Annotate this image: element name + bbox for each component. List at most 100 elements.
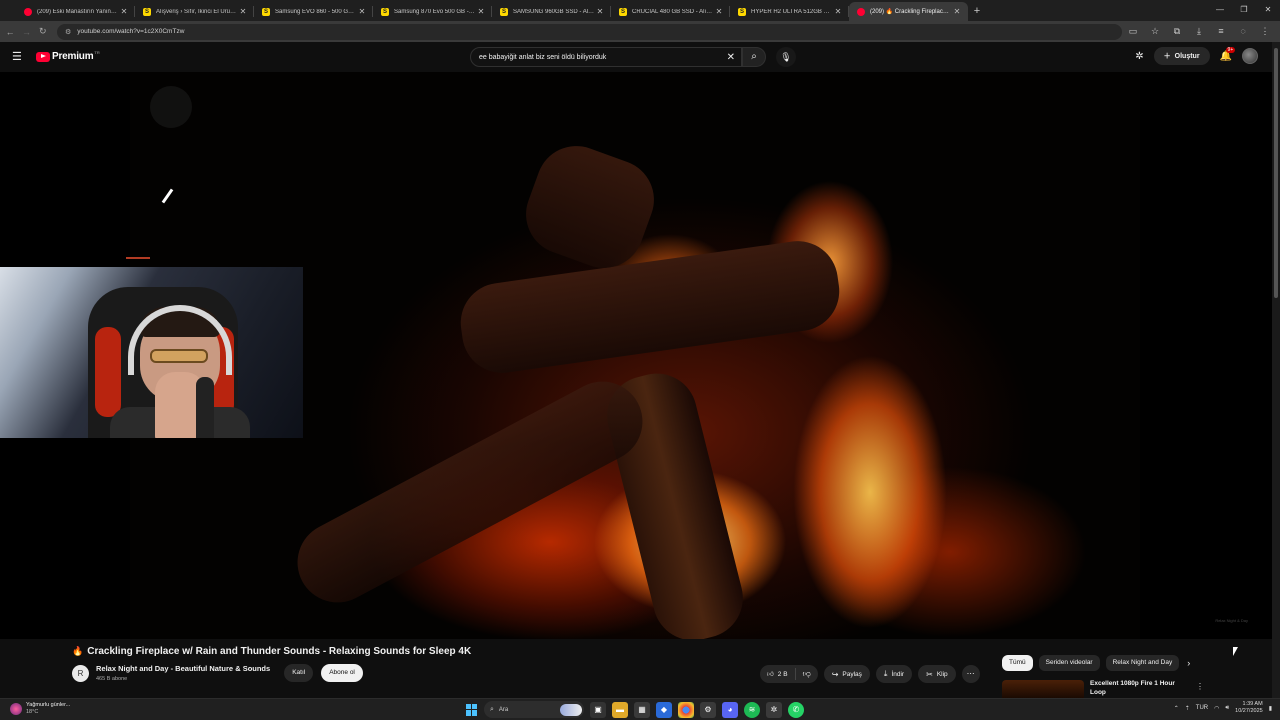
notification-badge: 9+ bbox=[1225, 46, 1236, 53]
browser-tab[interactable]: S Samsung EVO 860 - 500 GB - A ✕ bbox=[254, 2, 373, 21]
windows-taskbar: Yağmurlu günler... 18°C ⌕ Ara ▣ ▬ ▦ ◆ ⚙ ◕… bbox=[0, 698, 1280, 720]
channel-avatar[interactable]: R bbox=[72, 664, 89, 682]
weather-title: Yağmurlu günler... bbox=[26, 702, 71, 708]
like-button[interactable]: 👍︎ 2 B bbox=[760, 668, 796, 680]
channel-row: R Relax Night and Day - Beautiful Nature… bbox=[72, 664, 363, 682]
browser-tab[interactable]: (209) Eski Manastırın Yanında D ✕ bbox=[16, 2, 135, 21]
address-bar[interactable]: ⚙ youtube.com/watch?v=1c2X0CmTzw bbox=[56, 23, 1122, 40]
menu-icon[interactable]: ⋮ bbox=[1254, 26, 1276, 37]
taskbar-search[interactable]: ⌕ Ara bbox=[484, 701, 584, 718]
minimize-icon[interactable]: — bbox=[1208, 0, 1232, 21]
app-gear-icon[interactable]: ✲ bbox=[766, 701, 782, 718]
tab-title: SAMSUNG 960GB SSD - Alışver bbox=[513, 8, 595, 15]
search-icon: ⌕ bbox=[751, 51, 757, 62]
taskbar-apps: ⌕ Ara ▣ ▬ ▦ ◆ ⚙ ◕ ≋ ✲ ✆ bbox=[466, 701, 804, 718]
close-tab-icon[interactable]: ✕ bbox=[952, 7, 962, 16]
task-view-icon[interactable]: ▣ bbox=[590, 701, 606, 718]
forward-icon[interactable]: → bbox=[18, 27, 34, 37]
clip-button[interactable]: ✂ Klip bbox=[918, 665, 956, 683]
app-blue-icon[interactable]: ◆ bbox=[656, 701, 672, 718]
shop-favicon-icon: S bbox=[619, 7, 627, 16]
chip-channel[interactable]: Relax Night and Day bbox=[1105, 655, 1180, 671]
shop-favicon-icon: S bbox=[500, 7, 508, 16]
clock-time: 1:39 AM bbox=[1242, 701, 1263, 707]
scrollbar-thumb[interactable] bbox=[1274, 48, 1278, 298]
back-icon[interactable]: ← bbox=[2, 27, 18, 37]
chrome-icon[interactable] bbox=[678, 701, 694, 718]
dislike-button[interactable]: 👎︎ bbox=[796, 669, 818, 679]
close-tab-icon[interactable]: ✕ bbox=[595, 7, 605, 16]
toolbar-actions: ▭ ☆ ⧉ ⤓ ≡ ◌ ⋮ bbox=[1122, 26, 1276, 37]
browser-tab[interactable]: S Alışveriş › Sıfır, İkinci El Ürünler ✕ bbox=[135, 2, 254, 21]
browser-tab[interactable]: S Samsung 870 Evo 500 GB - Alış ✕ bbox=[373, 2, 492, 21]
browser-tab[interactable]: S CRUCIAL 480 GB SSD - Alışveri ✕ bbox=[611, 2, 730, 21]
windows-start-icon[interactable] bbox=[466, 703, 478, 716]
chip-series[interactable]: Seriden videolar bbox=[1038, 655, 1100, 671]
file-explorer-icon[interactable]: ▬ bbox=[612, 701, 628, 718]
profile-icon[interactable]: ◌ bbox=[1232, 26, 1254, 37]
notifications-icon[interactable]: 🔔 9+ bbox=[1220, 46, 1236, 62]
language-indicator[interactable]: TUR bbox=[1196, 705, 1208, 711]
recommended-video[interactable]: Excellent 1080p Fire 1 Hour Loop bbox=[1002, 680, 1192, 698]
app-settings-icon[interactable]: ⚙ bbox=[700, 701, 716, 718]
subscriber-count: 465 B abone bbox=[96, 676, 128, 682]
browser-tab[interactable]: S SAMSUNG 960GB SSD - Alışver ✕ bbox=[492, 2, 611, 21]
new-tab-button[interactable]: + bbox=[968, 2, 986, 21]
cast-device-icon[interactable]: ✲ bbox=[1135, 51, 1143, 62]
page-scrollbar[interactable] bbox=[1272, 42, 1280, 698]
close-tab-icon[interactable]: ✕ bbox=[357, 7, 367, 16]
store-icon[interactable]: ▦ bbox=[634, 701, 650, 718]
browser-tab[interactable]: (209) 🔥 Crackling Fireplace w/✕ bbox=[849, 2, 968, 21]
close-tab-icon[interactable]: ✕ bbox=[714, 7, 724, 16]
join-button[interactable]: Katıl bbox=[284, 664, 314, 682]
more-actions-icon[interactable]: ⋯ bbox=[961, 665, 980, 683]
close-tab-icon[interactable]: ✕ bbox=[476, 7, 486, 16]
youtube-logo[interactable]: Premium TR bbox=[36, 50, 100, 62]
wifi-icon[interactable]: ◠ bbox=[1214, 705, 1219, 712]
close-tab-icon[interactable]: ✕ bbox=[119, 7, 129, 16]
close-window-icon[interactable]: ✕ bbox=[1256, 0, 1280, 21]
video-player[interactable]: Relax Night & Day bbox=[0, 72, 1272, 639]
create-button[interactable]: ＋ Oluştur bbox=[1153, 47, 1210, 65]
download-icon[interactable]: ⤓ bbox=[1188, 26, 1210, 37]
recommended-title: Excellent 1080p Fire 1 Hour Loop bbox=[1090, 680, 1175, 696]
chip-all[interactable]: Tümü bbox=[1002, 655, 1033, 671]
restore-icon[interactable]: ❐ bbox=[1232, 0, 1256, 21]
spotify-icon[interactable]: ≋ bbox=[744, 701, 760, 718]
recommended-menu-icon[interactable]: ⋮ bbox=[1196, 682, 1204, 691]
download-button[interactable]: ⤓ İndir bbox=[875, 665, 913, 683]
plus-icon: ＋ bbox=[1163, 53, 1171, 60]
cast-icon[interactable]: ▭ bbox=[1122, 26, 1144, 37]
clear-search-icon[interactable]: ✕ bbox=[727, 52, 735, 63]
weather-widget[interactable]: Yağmurlu günler... 18°C bbox=[10, 702, 70, 716]
search-highlight-image bbox=[560, 703, 582, 716]
chevron-right-icon[interactable]: › bbox=[1187, 658, 1190, 668]
browser-tab[interactable]: S HYPER H2 ULTRA 512GB SSD D ✕ bbox=[730, 2, 849, 21]
close-tab-icon[interactable]: ✕ bbox=[833, 7, 843, 16]
subscribe-button[interactable]: Abone ol bbox=[321, 664, 363, 682]
media-icon[interactable]: ≡ bbox=[1210, 26, 1232, 37]
channel-name[interactable]: Relax Night and Day - Beautiful Nature &… bbox=[96, 664, 270, 673]
discord-icon[interactable]: ◕ bbox=[722, 701, 738, 718]
bookmark-star-icon[interactable]: ☆ bbox=[1144, 26, 1166, 37]
youtube-favicon-icon bbox=[857, 7, 865, 16]
extensions-icon[interactable]: ⧉ bbox=[1166, 26, 1188, 37]
whatsapp-icon[interactable]: ✆ bbox=[788, 701, 804, 718]
clock[interactable]: 1:39 AM 10/27/2025 bbox=[1235, 701, 1263, 715]
weather-icon bbox=[10, 703, 22, 715]
search-input[interactable]: ee babayiğit anlat biz seni öldü biliyor… bbox=[470, 47, 742, 67]
tray-network-icon[interactable]: ⇡ bbox=[1185, 705, 1190, 712]
search-button[interactable]: ⌕ bbox=[742, 47, 766, 67]
site-info-icon[interactable]: ⚙ bbox=[65, 28, 71, 36]
tab-title: Samsung EVO 860 - 500 GB - A bbox=[275, 8, 357, 15]
account-avatar[interactable] bbox=[1242, 48, 1258, 64]
volume-icon[interactable]: 🔊︎ bbox=[1225, 705, 1229, 712]
hamburger-menu-icon[interactable]: ☰ bbox=[12, 51, 23, 63]
close-tab-icon[interactable]: ✕ bbox=[238, 7, 248, 16]
share-button[interactable]: ↪ Paylaş bbox=[823, 665, 870, 683]
voice-search-icon[interactable]: 🎙 bbox=[776, 47, 796, 67]
reload-icon[interactable]: ↻ bbox=[35, 26, 51, 37]
tray-chevron-icon[interactable]: ⌃ bbox=[1174, 705, 1179, 712]
recommended-thumbnail bbox=[1002, 680, 1084, 698]
notification-center-icon[interactable]: ▮ bbox=[1269, 705, 1272, 712]
